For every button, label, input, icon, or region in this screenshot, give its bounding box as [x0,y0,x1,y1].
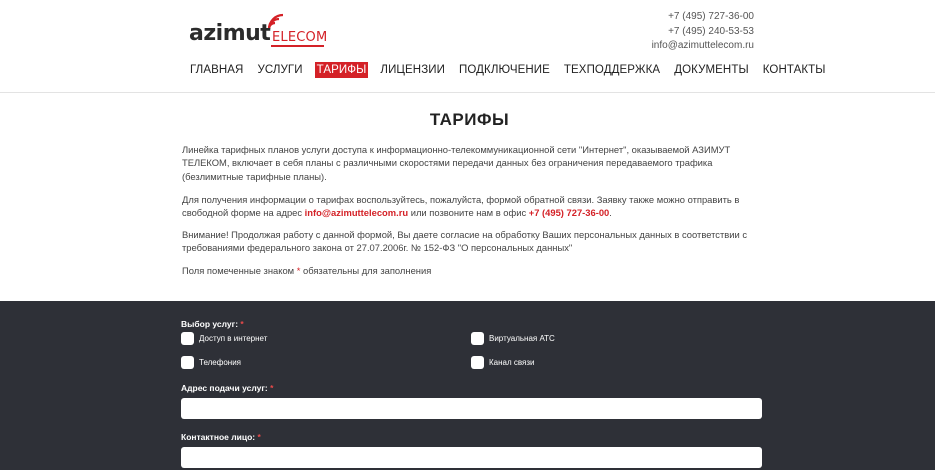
service-option-telephony[interactable]: Телефония [181,356,241,369]
nav-item-connection[interactable]: ПОДКЛЮЧЕНИЕ [457,62,552,78]
required-note-start: Поля помеченные знаком [182,265,297,276]
checkbox-channel[interactable] [471,356,484,369]
intro-paragraph: Линейка тарифных планов услуги доступа к… [182,144,731,182]
service-option-internet[interactable]: Доступ в интернет [181,332,267,345]
order-form: Выбор услуг: * Доступ в интернет Виртуал… [0,301,935,470]
info-email-link[interactable]: info@azimuttelecom.ru [305,207,408,218]
nav-item-documents[interactable]: ДОКУМЕНТЫ [672,62,751,78]
info-text-end: . [609,207,612,219]
logo-underline [271,45,324,47]
consent-warning: Внимание! Продолжая работу с данной форм… [182,229,748,254]
email-link[interactable]: info@azimuttelecom.ru [652,39,754,54]
services-label-text: Выбор услуг: [181,319,239,329]
page-title: ТАРИФЫ [429,110,510,129]
checkbox-virtual-pbx[interactable] [471,332,484,345]
phone-link-secondary[interactable]: +7 (495) 240-53-53 [652,25,754,40]
checkbox-label-internet: Доступ в интернет [199,334,268,343]
main-navigation: ГЛАВНАЯ УСЛУГИ ТАРИФЫ ЛИЦЕНЗИИ ПОДКЛЮЧЕН… [188,62,828,78]
info-phone-link[interactable]: +7 (495) 727-36-00 [529,207,610,218]
contact-person-label-text: Контактное лицо: [181,432,256,442]
address-input[interactable] [181,398,762,419]
checkbox-label-channel: Канал связи [489,358,535,367]
required-asterisk: * [257,432,261,442]
required-asterisk: * [240,319,244,329]
nav-item-tariffs[interactable]: ТАРИФЫ [314,62,369,78]
required-note: Поля помеченные знаком * обязательны для… [182,264,762,277]
info-text-middle: или позвоните нам в офис [408,207,529,219]
checkbox-telephony[interactable] [181,356,194,369]
checkbox-label-virtual-pbx: Виртуальная АТС [489,334,555,343]
site-header: azimut ELECOM +7 (495) 727-36-00 +7 (495… [0,0,935,93]
address-label: Адрес подачи услуг: * [181,383,273,393]
nav-item-support[interactable]: ТЕХПОДДЕРЖКА [562,62,662,78]
required-note-end: обязательны для заполнения [300,265,432,276]
address-label-text: Адрес подачи услуг: [181,383,268,393]
services-label: Выбор услуг: * [181,319,244,329]
checkbox-label-telephony: Телефония [199,358,241,367]
contact-person-label: Контактное лицо: * [181,432,261,442]
phone-link-primary[interactable]: +7 (495) 727-36-00 [652,10,754,25]
header-contacts: +7 (495) 727-36-00 +7 (495) 240-53-53 in… [652,10,754,54]
service-option-channel[interactable]: Канал связи [471,356,535,369]
info-paragraph: Для получения информации о тарифах воспо… [182,193,762,220]
nav-item-contacts[interactable]: КОНТАКТЫ [761,62,828,78]
logo-text-accent: ELECOM [272,30,328,45]
checkbox-internet[interactable] [181,332,194,345]
nav-item-services[interactable]: УСЛУГИ [255,62,304,78]
required-asterisk: * [270,383,274,393]
nav-item-home[interactable]: ГЛАВНАЯ [188,62,245,78]
company-logo[interactable]: azimut ELECOM [189,11,329,51]
logo-text-main: azimut [189,21,271,46]
service-option-virtual-pbx[interactable]: Виртуальная АТС [471,332,555,345]
nav-item-licenses[interactable]: ЛИЦЕНЗИИ [378,62,447,78]
contact-person-input[interactable] [181,447,762,468]
